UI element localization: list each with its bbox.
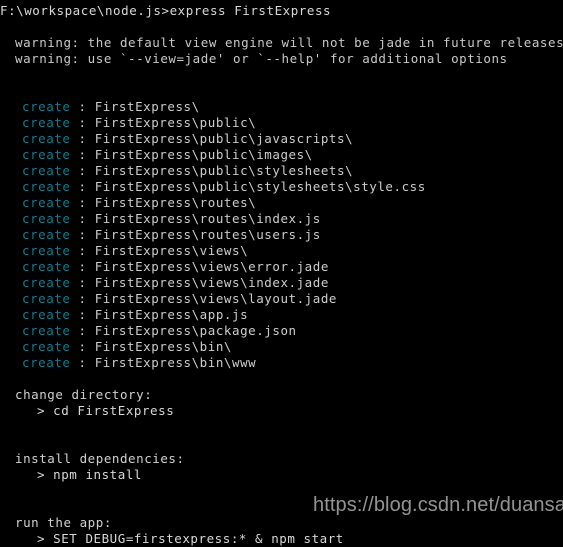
create-separator: : xyxy=(78,291,87,306)
create-separator: : xyxy=(78,243,87,258)
create-separator: : xyxy=(78,131,87,146)
create-row: create : FirstExpress\public\stylesheets… xyxy=(0,163,563,179)
create-path: FirstExpress\public\stylesheets\ xyxy=(94,163,354,178)
create-separator: : xyxy=(78,323,87,338)
warning-line-1: warning: the default view engine will no… xyxy=(15,35,563,50)
create-row: create : FirstExpress\routes\ xyxy=(0,195,563,211)
section-heading-change-directory: change directory: xyxy=(15,387,153,402)
create-separator: : xyxy=(78,115,87,130)
create-path: FirstExpress\public\stylesheets\style.cs… xyxy=(94,179,426,194)
create-keyword: create xyxy=(22,275,71,290)
create-keyword: create xyxy=(22,227,71,242)
create-row: create : FirstExpress\package.json xyxy=(0,323,563,339)
create-row: create : FirstExpress\views\ xyxy=(0,243,563,259)
create-path: FirstExpress\ xyxy=(94,99,200,114)
create-separator: : xyxy=(78,307,87,322)
create-keyword: create xyxy=(22,339,71,354)
create-keyword: create xyxy=(22,99,71,114)
create-separator: : xyxy=(78,99,87,114)
create-path: FirstExpress\app.js xyxy=(94,307,249,322)
create-path: FirstExpress\routes\ xyxy=(94,195,257,210)
create-separator: : xyxy=(78,163,87,178)
create-keyword: create xyxy=(22,179,71,194)
terminal-window[interactable]: F:\workspace\node.js>express FirstExpres… xyxy=(0,0,563,546)
create-separator: : xyxy=(78,275,87,290)
create-keyword: create xyxy=(22,259,71,274)
create-separator: : xyxy=(78,259,87,274)
create-row: create : FirstExpress\bin\www xyxy=(0,355,563,371)
create-path: FirstExpress\views\layout.jade xyxy=(94,291,337,306)
create-path: FirstExpress\views\error.jade xyxy=(94,259,329,274)
create-row: create : FirstExpress\public\javascripts… xyxy=(0,131,563,147)
create-path: FirstExpress\public\javascripts\ xyxy=(94,131,354,146)
create-separator: : xyxy=(78,179,87,194)
create-keyword: create xyxy=(22,115,71,130)
create-separator: : xyxy=(78,355,87,370)
create-separator: : xyxy=(78,339,87,354)
create-row: create : FirstExpress\public\ xyxy=(0,115,563,131)
create-keyword: create xyxy=(22,147,71,162)
section-heading-run-the-app: run the app: xyxy=(15,515,112,530)
create-keyword: create xyxy=(22,195,71,210)
section-command-change-directory: > cd FirstExpress xyxy=(37,403,175,418)
create-row: create : FirstExpress\views\layout.jade xyxy=(0,291,563,307)
create-row: create : FirstExpress\views\index.jade xyxy=(0,275,563,291)
create-row: create : FirstExpress\app.js xyxy=(0,307,563,323)
create-separator: : xyxy=(78,211,87,226)
create-keyword: create xyxy=(22,243,71,258)
prompt-line: F:\workspace\node.js>express FirstExpres… xyxy=(0,3,332,18)
create-path: FirstExpress\routes\users.js xyxy=(94,227,321,242)
create-keyword: create xyxy=(22,307,71,322)
create-row: create : FirstExpress\public\images\ xyxy=(0,147,563,163)
create-separator: : xyxy=(78,227,87,242)
create-path: FirstExpress\routes\index.js xyxy=(94,211,321,226)
create-keyword: create xyxy=(22,131,71,146)
create-path: FirstExpress\views\ xyxy=(94,243,249,258)
create-path: FirstExpress\public\ xyxy=(94,115,257,130)
create-row: create : FirstExpress\views\error.jade xyxy=(0,259,563,275)
create-row: create : FirstExpress\routes\index.js xyxy=(0,211,563,227)
create-row: create : FirstExpress\bin\ xyxy=(0,339,563,355)
create-keyword: create xyxy=(22,291,71,306)
create-row: create : FirstExpress\public\stylesheets… xyxy=(0,179,563,195)
create-row: create : FirstExpress\routes\users.js xyxy=(0,227,563,243)
create-output-list: create : FirstExpress\ create : FirstExpr… xyxy=(0,99,563,371)
section-heading-install-dependencies: install dependencies: xyxy=(15,451,185,466)
create-path: FirstExpress\public\images\ xyxy=(94,147,313,162)
create-keyword: create xyxy=(22,323,71,338)
create-keyword: create xyxy=(22,163,71,178)
create-path: FirstExpress\package.json xyxy=(94,323,297,338)
section-command-run-the-app: > SET DEBUG=firstexpress:* & npm start xyxy=(37,531,344,546)
create-path: FirstExpress\bin\ xyxy=(94,339,232,354)
create-keyword: create xyxy=(22,211,71,226)
create-keyword: create xyxy=(22,355,71,370)
create-path: FirstExpress\views\index.jade xyxy=(94,275,329,290)
section-command-install-dependencies: > npm install xyxy=(37,467,142,482)
create-separator: : xyxy=(78,147,87,162)
create-row: create : FirstExpress\ xyxy=(0,99,563,115)
create-separator: : xyxy=(78,195,87,210)
create-path: FirstExpress\bin\www xyxy=(94,355,257,370)
warning-line-2: warning: use `--view=jade' or `--help' f… xyxy=(15,51,508,66)
